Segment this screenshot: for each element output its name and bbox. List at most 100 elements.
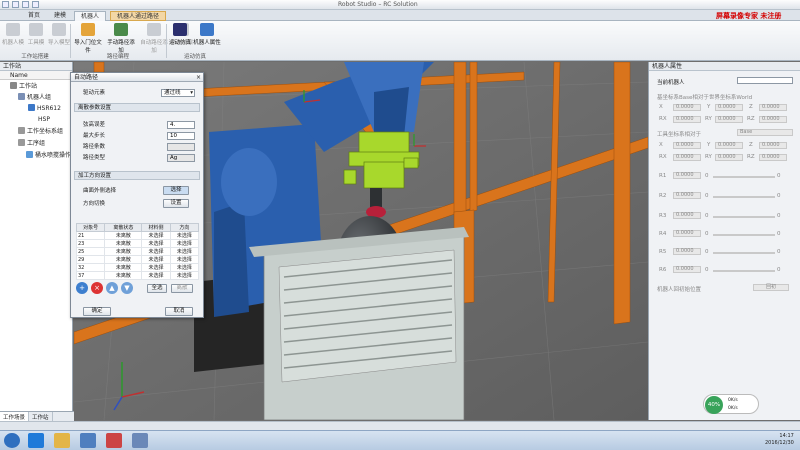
- tree-item-workstation[interactable]: 工作站: [10, 82, 37, 92]
- frame-icon: [18, 127, 25, 134]
- add-icon[interactable]: +: [76, 282, 88, 294]
- save-icon[interactable]: [12, 1, 19, 8]
- joint-r5-field[interactable]: 0.0000: [673, 248, 701, 255]
- field-label: 路径条数: [83, 144, 106, 150]
- tool-y-field[interactable]: 0.0000: [715, 142, 743, 149]
- column-header[interactable]: Name: [0, 71, 72, 80]
- table-row[interactable]: 37 未离散 未选择 未选择: [75, 271, 200, 280]
- coord-label: Z: [749, 104, 753, 110]
- tool-x-field[interactable]: 0.0000: [673, 142, 701, 149]
- tool-model-button[interactable]: 工具模: [25, 23, 47, 49]
- tab-scene[interactable]: 工作场景: [0, 412, 30, 421]
- arrow-down-icon[interactable]: ▼: [121, 282, 133, 294]
- start-button-icon[interactable]: [4, 433, 20, 448]
- redo-icon[interactable]: [32, 1, 39, 8]
- joint-r1-slider[interactable]: [713, 176, 775, 178]
- drive-label: 驱动元素: [83, 90, 106, 96]
- import-model-button[interactable]: 导入模型: [48, 23, 70, 49]
- joint-r4-field[interactable]: 0.0000: [673, 230, 701, 237]
- joint-r6-slider[interactable]: [713, 270, 775, 272]
- table-row[interactable]: 32 未离散 未选择 未选择: [75, 263, 200, 272]
- arrow-up-icon[interactable]: ▲: [106, 282, 118, 294]
- delete-icon[interactable]: ×: [91, 282, 103, 294]
- current-robot-select[interactable]: [737, 77, 793, 84]
- base-frame-label: 基坐标系Base相对于世界坐标系World: [657, 95, 753, 101]
- coord-label: Y: [707, 142, 711, 148]
- import-point-file-button[interactable]: 导入门位文件: [72, 23, 104, 54]
- max-step-input[interactable]: [167, 132, 195, 140]
- base-z-field[interactable]: 0.0000: [759, 104, 787, 111]
- table-row[interactable]: 21 未离散 未选择 未选择: [75, 231, 200, 240]
- cabinet-model[interactable]: [249, 227, 469, 420]
- joint-r6-field[interactable]: 0.0000: [673, 266, 701, 273]
- joint-r2-field[interactable]: 0.0000: [673, 192, 701, 199]
- import-icon: [52, 23, 66, 36]
- joint-r3-field[interactable]: 0.0000: [673, 212, 701, 219]
- path-type-input[interactable]: [167, 154, 195, 162]
- dialog-title: 自动路径: [71, 73, 203, 82]
- ie-icon[interactable]: [28, 433, 44, 448]
- app-menu-icon[interactable]: [2, 1, 9, 8]
- motion-simulation-button[interactable]: 运动仿真: [168, 23, 192, 49]
- select-all-button[interactable]: 全选: [147, 284, 167, 293]
- table-row[interactable]: 23 未离散 未选择 未选择: [75, 239, 200, 248]
- home-label: 机器人回初始位置: [657, 287, 702, 293]
- robot-properties-button[interactable]: 机器人属性: [193, 23, 221, 49]
- drive-select[interactable]: 通过线 ▾: [161, 89, 195, 97]
- base-x-field[interactable]: 0.0000: [673, 104, 701, 111]
- tab-robot[interactable]: 机器人: [74, 11, 107, 21]
- ok-button[interactable]: 确定: [83, 307, 111, 316]
- joint-r5-slider[interactable]: [713, 252, 775, 254]
- joint-label: R2: [659, 193, 667, 199]
- tree-item-robot-group[interactable]: 机器人组: [18, 93, 51, 103]
- base-rx-field[interactable]: 0.0000: [673, 116, 701, 123]
- direction-set-button[interactable]: 设置: [163, 199, 189, 208]
- joint-r1-field[interactable]: 0.0000: [673, 172, 701, 179]
- joint-r2-slider[interactable]: [713, 196, 775, 198]
- tree-item-hsp[interactable]: HSP: [38, 115, 50, 125]
- close-icon[interactable]: ×: [196, 74, 201, 81]
- robot-model-button[interactable]: 机器人模: [2, 23, 24, 49]
- tab-robot-path[interactable]: 机器人通过路径: [110, 11, 167, 21]
- object-table: 对象号 离散状态 材料侧 方向 21 未离散 未选择 未选择 23 未离散 未选择 未选择 …: [75, 223, 200, 280]
- tool-rx-field[interactable]: 0.0000: [673, 154, 701, 161]
- joint-r4-slider[interactable]: [713, 234, 775, 236]
- robot-studio-task-icon[interactable]: [80, 433, 96, 448]
- tab-workstation[interactable]: 工作站: [29, 412, 53, 421]
- base-y-field[interactable]: 0.0000: [715, 104, 743, 111]
- tool-ry-field[interactable]: 0.0000: [715, 154, 743, 161]
- tool-z-field[interactable]: 0.0000: [759, 142, 787, 149]
- table-row[interactable]: 25 未离散 未选择 未选择: [75, 247, 200, 256]
- tool-frame-select[interactable]: Base: [737, 129, 793, 136]
- clock[interactable]: 14:17 2016/12/30: [765, 433, 794, 447]
- workstation-icon: [10, 82, 17, 89]
- app-task-icon[interactable]: [132, 433, 148, 448]
- table-header[interactable]: 离散状态: [104, 223, 143, 232]
- tree-item-work-frame-group[interactable]: 工作坐标系组: [18, 127, 63, 137]
- cancel-button[interactable]: 取消: [165, 307, 193, 316]
- chord-error-input[interactable]: [167, 121, 195, 129]
- tree-item-spray-op[interactable]: 桶水喷搅操作: [26, 151, 71, 161]
- tool-rz-field[interactable]: 0.0000: [759, 154, 787, 161]
- tab-modeling[interactable]: 建模: [48, 11, 72, 21]
- home-button[interactable]: 回初: [753, 284, 789, 291]
- table-header[interactable]: 方向: [169, 223, 200, 232]
- recorder-task-icon[interactable]: [106, 433, 122, 448]
- network-speed-widget: 40% 0K/s 0K/s: [703, 394, 759, 414]
- table-row[interactable]: 29 未离散 未选择 未选择: [75, 255, 200, 264]
- manual-path-icon: [114, 23, 128, 36]
- tree-item-process-group[interactable]: 工序组: [18, 139, 45, 149]
- discretize-button[interactable]: 离散: [171, 284, 193, 293]
- joint-r3-slider[interactable]: [713, 216, 775, 218]
- tab-home[interactable]: 首页: [22, 11, 46, 21]
- tree-item-hsr612[interactable]: HSR612: [28, 104, 61, 114]
- undo-icon[interactable]: [22, 1, 29, 8]
- explorer-icon[interactable]: [54, 433, 70, 448]
- table-header[interactable]: 对象号: [75, 223, 106, 232]
- select-outside-button[interactable]: 选择: [163, 186, 189, 195]
- path-count-input[interactable]: [167, 143, 195, 151]
- table-header[interactable]: 材料侧: [141, 223, 171, 232]
- manual-path-button[interactable]: 手动路径添加: [105, 23, 137, 54]
- base-rz-field[interactable]: 0.0000: [759, 116, 787, 123]
- base-ry-field[interactable]: 0.0000: [715, 116, 743, 123]
